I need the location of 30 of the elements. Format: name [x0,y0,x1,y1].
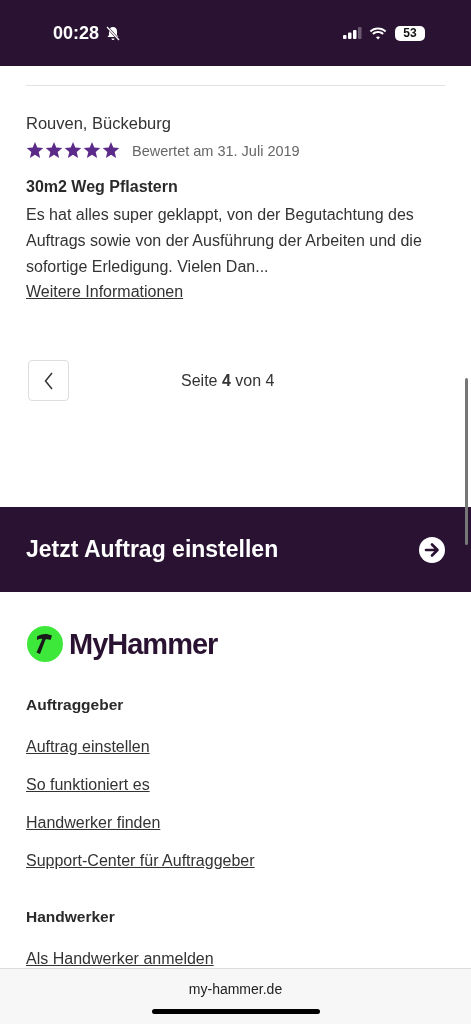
status-time: 00:28 [53,22,100,44]
signal-icon [343,27,363,39]
wifi-icon [369,26,387,40]
footer-link[interactable]: Support-Center für Auftraggeber [26,850,255,872]
create-job-banner[interactable]: Jetzt Auftrag einstellen [0,507,471,592]
star-icon [102,142,120,159]
star-icon [45,142,63,159]
footer-link[interactable]: So funktioniert es [26,774,150,796]
chevron-left-icon [43,371,54,390]
footer-link[interactable]: Auftrag einstellen [26,736,150,758]
previous-page-button[interactable] [28,360,69,401]
arrow-circle-icon [419,536,445,563]
brand-logo: MyHammer [69,627,218,661]
review-text: Es hat alles super geklappt, von der Begutachtung des Auftrags sowie von der Ausführung der Arbeiten und die sofortige Erledigung. Vielen Dan... [26,205,423,277]
star-icon [64,142,82,159]
battery-indicator: 53 [395,25,425,41]
star-icon [26,142,44,159]
home-indicator[interactable] [151,1009,320,1014]
url-label[interactable]: my-hammer.de [188,981,283,997]
page-indicator: Seite 4 von 4 [181,371,275,390]
more-info-link[interactable]: Weitere Informationen [26,280,184,304]
footer-link[interactable]: Als Handwerker anmelden [26,948,214,968]
star-icon [83,142,101,159]
review-date: Bewertet am 31. Juli 2019 [132,142,300,159]
review-title: 30m2 Weg Pflastern [26,177,179,197]
footer-link[interactable]: Handwerker finden [26,812,161,834]
footer-heading: Handwerker [26,907,115,927]
footer-heading: Auftraggeber [26,695,124,715]
hammer-logo-icon [27,626,63,662]
reviewer-name: Rouven, Bückeburg [26,113,172,134]
